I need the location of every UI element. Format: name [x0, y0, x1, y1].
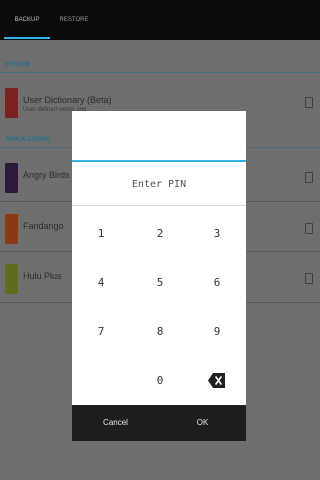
ok-button[interactable]: OK [159, 405, 246, 441]
row-title: Fandango [23, 221, 64, 231]
key-0[interactable]: 0 [140, 366, 180, 396]
checkbox[interactable] [305, 172, 313, 183]
tab-selected-indicator [4, 37, 50, 39]
backspace-icon[interactable] [208, 372, 226, 389]
checkbox[interactable] [305, 97, 313, 108]
key-7[interactable]: 7 [81, 317, 121, 347]
key-6[interactable]: 6 [197, 268, 237, 298]
pin-input-underline [72, 160, 246, 162]
tab-backup-label: BACKUP [14, 17, 40, 23]
action-bar: BACKUP RESTORE AND SYNC [0, 0, 320, 63]
pin-dialog: Enter PIN 1 2 3 4 5 6 7 8 9 0 [72, 111, 246, 441]
row-title: Hulu Plus [23, 271, 62, 281]
key-1[interactable]: 1 [81, 219, 121, 249]
key-9[interactable]: 9 [197, 317, 237, 347]
section-divider [0, 72, 320, 73]
section-header-system: SYSTEM [5, 62, 30, 68]
key-4[interactable]: 4 [81, 268, 121, 298]
pin-input[interactable]: Enter PIN [72, 179, 246, 190]
tab-backup[interactable]: BACKUP [4, 0, 50, 40]
section-header-applications: APPLICATIONS [5, 137, 50, 143]
fandango-app-icon [5, 214, 18, 244]
keypad-divider [72, 205, 246, 206]
cancel-button[interactable]: Cancel [72, 405, 159, 441]
hulu-plus-app-icon [5, 264, 18, 294]
angry-birds-app-icon [5, 163, 18, 193]
key-8[interactable]: 8 [140, 317, 180, 347]
tab-restore-and-sync[interactable]: RESTORE AND SYNC [54, 0, 94, 63]
row-title: Angry Birds [23, 170, 70, 180]
key-5[interactable]: 5 [140, 268, 180, 298]
row-title: User Dictionary (Beta) [23, 95, 112, 105]
checkbox[interactable] [305, 223, 313, 234]
checkbox[interactable] [305, 273, 313, 284]
key-3[interactable]: 3 [197, 219, 237, 249]
dictionary-app-icon [5, 88, 18, 118]
key-2[interactable]: 2 [140, 219, 180, 249]
dialog-button-bar: Cancel OK [72, 405, 246, 441]
